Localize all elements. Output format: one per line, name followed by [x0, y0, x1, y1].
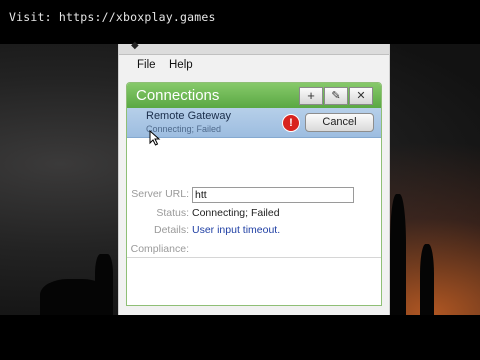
window-corner-icon: ◆	[131, 40, 139, 51]
status-label: Status:	[156, 207, 189, 219]
edit-connection-button[interactable]: ✎	[324, 87, 348, 105]
connections-header: Connections + ✎ ✕	[127, 83, 381, 108]
server-url-input[interactable]: htt	[192, 187, 354, 203]
mouse-pointer-icon	[149, 130, 161, 146]
plus-icon: +	[307, 88, 315, 103]
app-window: ◆ File Help Connections + ✎ ✕ Remote Gat…	[118, 40, 390, 315]
alert-exclamation-icon: !	[282, 114, 300, 132]
server-url-label: Server URL:	[131, 188, 189, 200]
details-label: Details:	[153, 224, 189, 236]
bottom-letterbox	[0, 315, 480, 360]
pencil-icon: ✎	[331, 90, 341, 102]
panel-separator	[127, 257, 381, 258]
menu-file[interactable]: File	[137, 59, 156, 71]
close-panel-button[interactable]: ✕	[349, 87, 373, 105]
tree-silhouette-right	[390, 194, 406, 319]
window-title-strip: ◆	[119, 40, 389, 55]
tree-silhouette-right-2	[420, 244, 434, 319]
status-value: Connecting; Failed	[192, 207, 280, 219]
connection-row-remote-gateway[interactable]: Remote Gateway Connecting; Failed ! Canc…	[127, 108, 381, 138]
add-connection-button[interactable]: +	[299, 87, 323, 105]
tree-silhouette-left-2	[95, 254, 113, 319]
top-banner: Visit: https://xboxplay.games	[0, 0, 480, 44]
cancel-button[interactable]: Cancel	[305, 113, 374, 132]
connection-name: Remote Gateway	[146, 110, 231, 122]
panel-title: Connections	[136, 87, 220, 104]
close-icon: ✕	[356, 90, 366, 102]
compliance-label: Compliance:	[130, 243, 189, 255]
menu-bar: File Help	[119, 56, 389, 76]
menu-help[interactable]: Help	[169, 59, 193, 71]
details-value: User input timeout.	[192, 224, 281, 236]
banner-url-text: Visit: https://xboxplay.games	[9, 10, 216, 24]
connections-panel: Connections + ✎ ✕ Remote Gateway Connect…	[126, 82, 382, 306]
